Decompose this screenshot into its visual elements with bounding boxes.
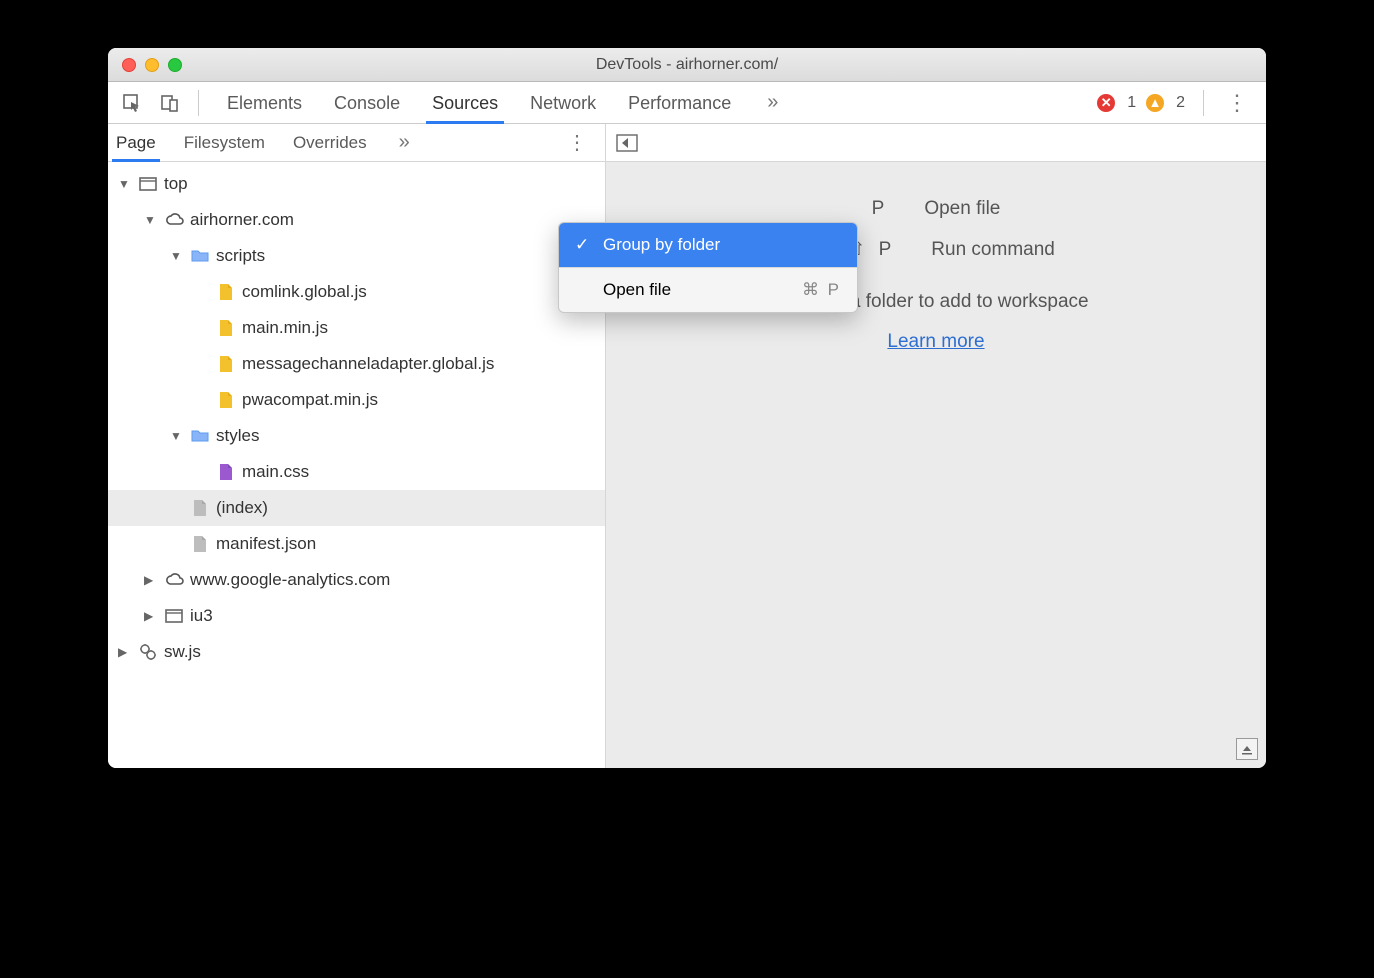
tree-row[interactable]: main.min.js xyxy=(108,310,605,346)
tree-row-label: iu3 xyxy=(190,606,213,626)
disclosure-triangle-icon[interactable]: ▼ xyxy=(118,177,132,191)
separator xyxy=(1203,90,1204,116)
inspect-element-icon[interactable] xyxy=(116,87,148,119)
more-tabs-icon[interactable]: » xyxy=(767,91,778,114)
cloud-icon xyxy=(164,210,184,230)
error-icon: ✕ xyxy=(1097,94,1115,112)
main-toolbar: Elements Console Sources Network Perform… xyxy=(108,82,1266,124)
warning-count: 2 xyxy=(1176,94,1185,112)
tree-row[interactable]: main.css xyxy=(108,454,605,490)
disclosure-triangle-icon[interactable]: ▶ xyxy=(144,609,158,623)
tree-row[interactable]: manifest.json xyxy=(108,526,605,562)
menu-item-label: Group by folder xyxy=(603,235,720,255)
disclosure-triangle-icon[interactable]: ▼ xyxy=(170,429,184,443)
tree-row-label: www.google-analytics.com xyxy=(190,570,390,590)
shortcut-open-file: P xyxy=(872,198,889,220)
worker-icon xyxy=(138,642,158,662)
tree-row[interactable]: ▶ iu3 xyxy=(108,598,605,634)
file-css-icon xyxy=(216,462,236,482)
devtools-window: DevTools - airhorner.com/ Elements Conso… xyxy=(108,48,1266,768)
navigator-tabs: Page Filesystem Overrides » ⋮ xyxy=(108,124,605,162)
tree-row[interactable]: ▼ top xyxy=(108,166,605,202)
file-js-icon xyxy=(216,390,236,410)
folder-icon xyxy=(190,246,210,266)
file-icon xyxy=(190,534,210,554)
tree-row-label: scripts xyxy=(216,246,265,266)
frame-icon xyxy=(138,174,158,194)
file-icon xyxy=(190,498,210,518)
tree-row-label: main.css xyxy=(242,462,309,482)
tree-row[interactable]: (index) xyxy=(108,490,605,526)
tab-performance[interactable]: Performance xyxy=(626,83,733,123)
tab-elements[interactable]: Elements xyxy=(225,83,304,123)
hint-open-file-label: Open file xyxy=(924,198,1000,220)
file-js-icon xyxy=(216,318,236,338)
navigator-sidebar: Page Filesystem Overrides » ⋮ ▼ top ▼ airho… xyxy=(108,124,606,768)
navigator-options-icon[interactable]: ⋮ xyxy=(555,130,599,155)
panel-tabs: Elements Console Sources Network Perform… xyxy=(211,83,1091,123)
tab-sources[interactable]: Sources xyxy=(430,83,500,123)
frame-icon xyxy=(164,606,184,626)
disclosure-triangle-icon[interactable]: ▼ xyxy=(144,213,158,227)
navigator-context-menu: ✓ Group by folder Open file ⌘ P xyxy=(558,222,858,313)
tree-row-label: main.min.js xyxy=(242,318,328,338)
tree-row-label: airhorner.com xyxy=(190,210,294,230)
tree-row[interactable]: ▼ scripts xyxy=(108,238,605,274)
tree-row-label: top xyxy=(164,174,188,194)
tree-row-label: (index) xyxy=(216,498,268,518)
side-tab-filesystem[interactable]: Filesystem xyxy=(182,124,267,161)
show-navigator-icon[interactable] xyxy=(616,134,638,152)
side-more-tabs-icon[interactable]: » xyxy=(399,131,410,154)
tab-console[interactable]: Console xyxy=(332,83,402,123)
hint-run-command-label: Run command xyxy=(931,239,1055,261)
folder-icon xyxy=(190,426,210,446)
cloud-icon xyxy=(164,570,184,590)
tree-row-label: pwacompat.min.js xyxy=(242,390,378,410)
separator xyxy=(198,90,199,116)
tree-row-label: styles xyxy=(216,426,259,446)
side-tab-page[interactable]: Page xyxy=(114,124,158,161)
tree-row[interactable]: comlink.global.js xyxy=(108,274,605,310)
file-tree: ▼ top ▼ airhorner.com ▼ scripts comlink.global… xyxy=(108,162,605,768)
tree-row[interactable]: ▼ styles xyxy=(108,418,605,454)
sources-panel: Page Filesystem Overrides » ⋮ ▼ top ▼ airho… xyxy=(108,124,1266,768)
menu-item-open-file[interactable]: Open file ⌘ P xyxy=(559,268,857,312)
editor-area: P Open file ⌘ ⇧ P Run command Drop in a … xyxy=(606,124,1266,768)
learn-more-link[interactable]: Learn more xyxy=(887,331,984,353)
warning-icon: ▲ xyxy=(1146,94,1164,112)
editor-tabs-bar xyxy=(606,124,1266,162)
device-toggle-icon[interactable] xyxy=(154,87,186,119)
hint-open-file: P Open file xyxy=(872,198,1001,220)
file-js-icon xyxy=(216,354,236,374)
tree-row[interactable]: pwacompat.min.js xyxy=(108,382,605,418)
tree-row[interactable]: ▶ www.google-analytics.com xyxy=(108,562,605,598)
window-title: DevTools - airhorner.com/ xyxy=(108,56,1266,74)
tree-row-label: messagechanneladapter.global.js xyxy=(242,354,494,374)
tree-row[interactable]: ▶ sw.js xyxy=(108,634,605,670)
disclosure-triangle-icon[interactable]: ▼ xyxy=(170,249,184,263)
tab-network[interactable]: Network xyxy=(528,83,598,123)
tree-row[interactable]: messagechanneladapter.global.js xyxy=(108,346,605,382)
disclosure-triangle-icon[interactable]: ▶ xyxy=(144,573,158,587)
tree-row-label: manifest.json xyxy=(216,534,316,554)
menu-item-group-by-folder[interactable]: ✓ Group by folder xyxy=(559,223,857,267)
status-counts[interactable]: ✕ 1 ▲ 2 xyxy=(1097,94,1185,112)
disclosure-triangle-icon[interactable]: ▶ xyxy=(118,645,132,659)
settings-menu-icon[interactable]: ⋮ xyxy=(1216,90,1258,116)
tree-row[interactable]: ▼ airhorner.com xyxy=(108,202,605,238)
menu-shortcut: ⌘ P xyxy=(802,280,841,300)
check-icon: ✓ xyxy=(575,235,591,255)
menu-item-label: Open file xyxy=(603,280,671,300)
tree-row-label: sw.js xyxy=(164,642,201,662)
error-count: 1 xyxy=(1127,94,1136,112)
drawer-toggle-icon[interactable] xyxy=(1236,738,1258,760)
file-js-icon xyxy=(216,282,236,302)
side-tab-overrides[interactable]: Overrides xyxy=(291,124,369,161)
tree-row-label: comlink.global.js xyxy=(242,282,367,302)
titlebar: DevTools - airhorner.com/ xyxy=(108,48,1266,82)
